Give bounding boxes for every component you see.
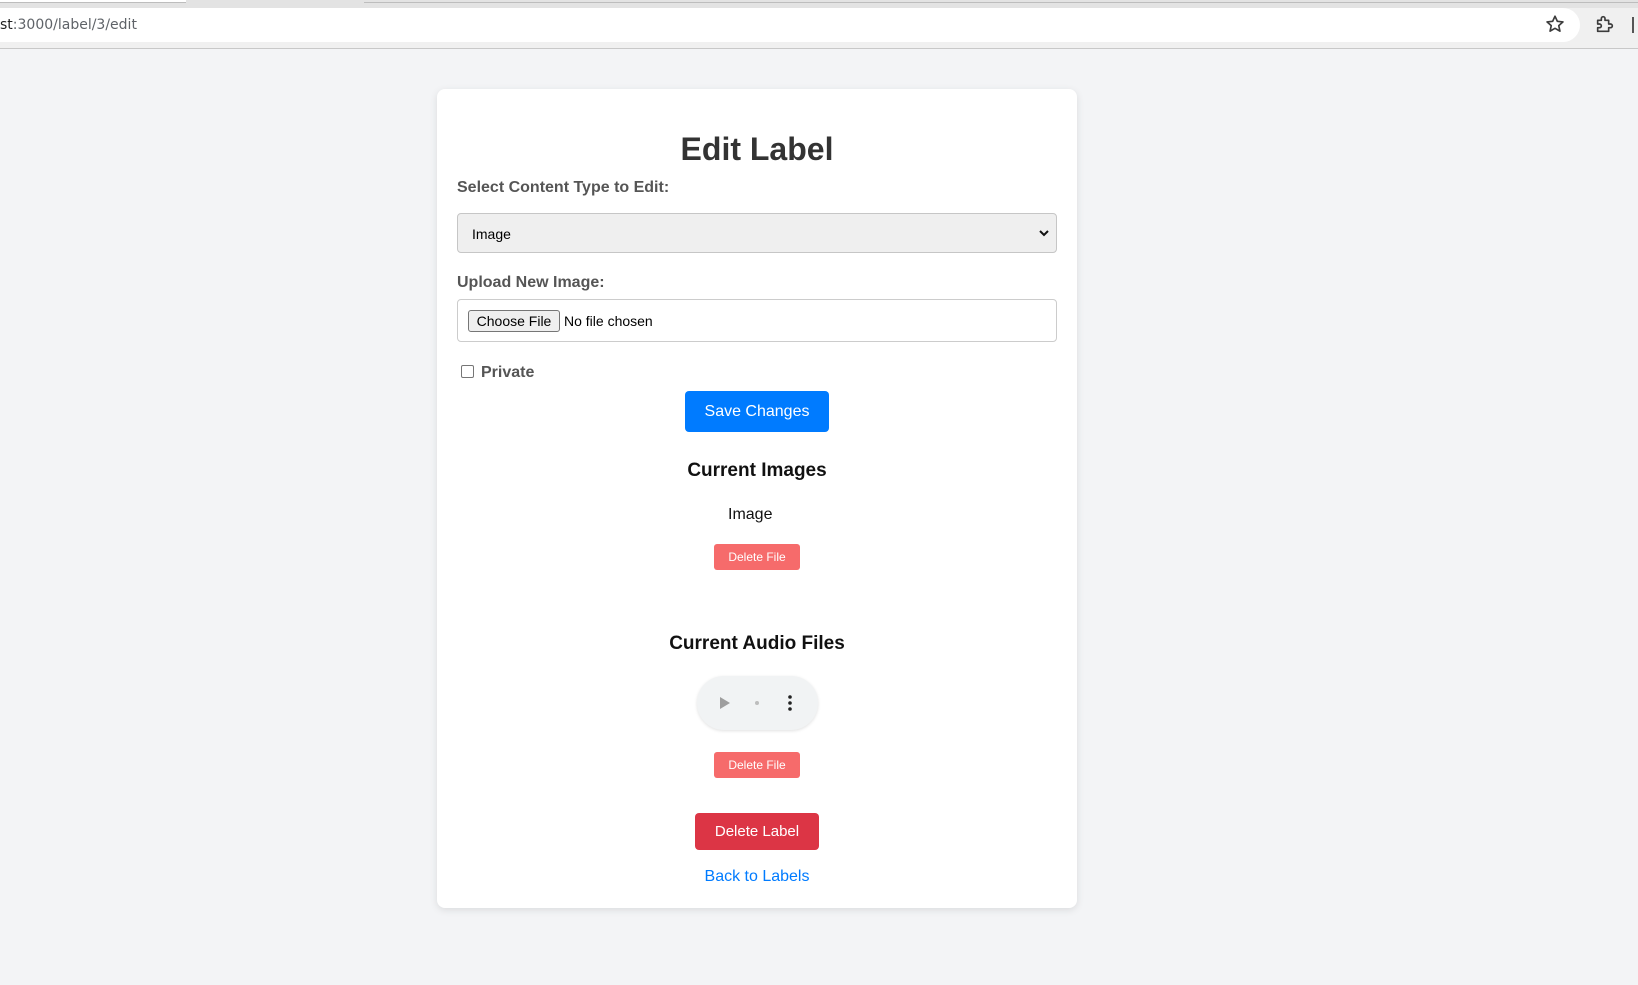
save-button[interactable]: Save Changes: [685, 391, 829, 432]
extension-icon[interactable]: [1594, 13, 1616, 35]
file-status: No file chosen: [564, 313, 653, 329]
content-type-select[interactable]: Image: [457, 213, 1057, 253]
browser-tab[interactable]: [364, 0, 1638, 3]
private-checkbox[interactable]: [461, 365, 474, 378]
page-title: Edit Label: [680, 131, 834, 167]
broken-image: Image: [726, 503, 772, 524]
file-input[interactable]: Choose File No file chosen: [457, 299, 1057, 342]
play-icon[interactable]: [719, 696, 731, 710]
url-path: :3000/label/3/edit: [12, 17, 137, 33]
audio-progress[interactable]: [755, 701, 759, 705]
private-label[interactable]: Private: [481, 364, 534, 382]
chevron-down-icon: [1039, 230, 1049, 237]
toolbar-divider: [1632, 17, 1634, 33]
star-icon[interactable]: [1544, 13, 1566, 35]
image-alt-text: Image: [728, 506, 773, 523]
browser-tab[interactable]: [0, 0, 186, 3]
content-type-value: Image: [472, 226, 511, 242]
choose-file-button[interactable]: Choose File: [468, 310, 560, 332]
content-type-label: Select Content Type to Edit:: [457, 179, 670, 196]
url-text[interactable]: st:3000/label/3/edit: [0, 17, 137, 33]
delete-audio-file-button[interactable]: Delete File: [714, 752, 800, 778]
delete-label-button[interactable]: Delete Label: [695, 813, 819, 850]
back-to-labels-link[interactable]: Back to Labels: [437, 868, 1077, 886]
address-bar[interactable]: [0, 8, 1580, 42]
more-vertical-icon[interactable]: [788, 694, 792, 712]
current-audio-heading: Current Audio Files: [669, 633, 845, 654]
audio-player[interactable]: [697, 676, 818, 730]
delete-image-file-button[interactable]: Delete File: [714, 544, 800, 570]
url-host: st: [0, 17, 13, 33]
upload-label: Upload New Image:: [457, 274, 605, 291]
browser-toolbar: st:3000/label/3/edit: [0, 0, 1638, 49]
current-images-heading: Current Images: [687, 460, 827, 481]
edit-label-card: Edit Label Select Content Type to Edit: …: [437, 89, 1077, 908]
